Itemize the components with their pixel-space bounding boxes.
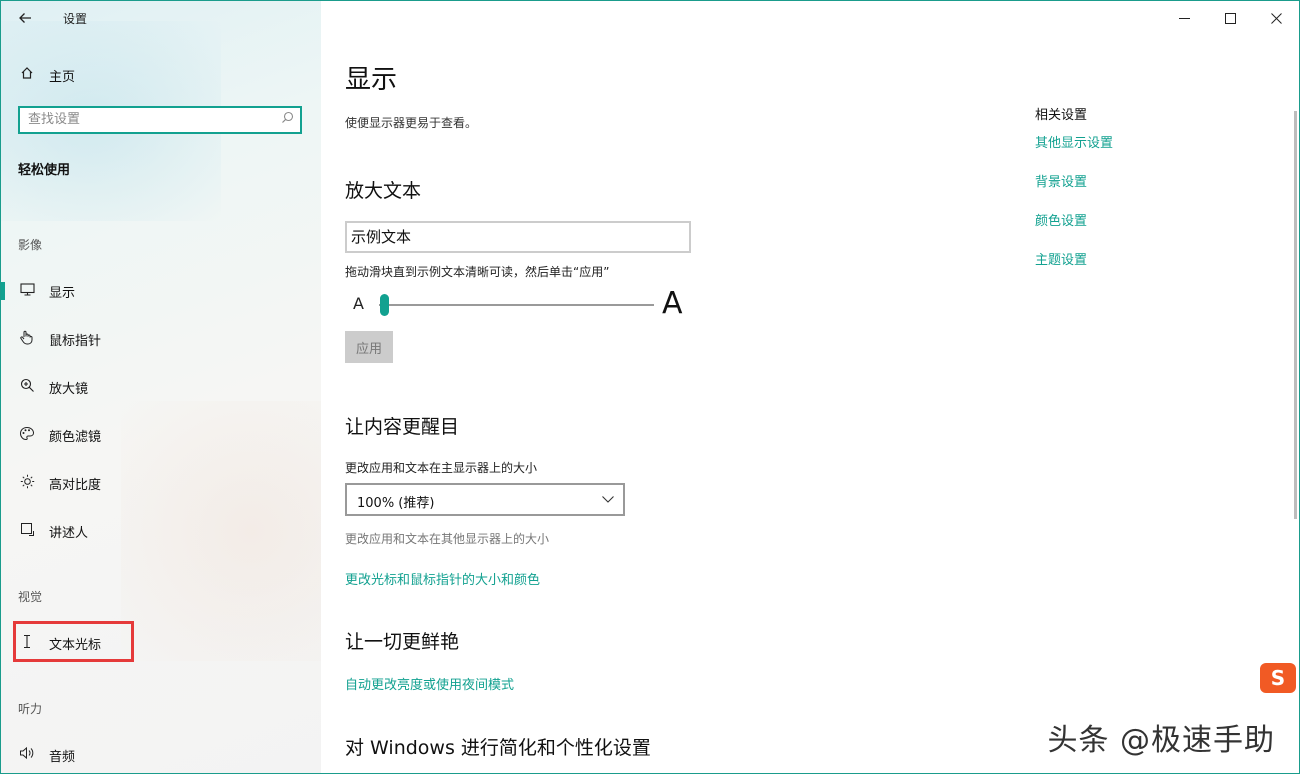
sidebar-item-label: 颜色滤镜 (49, 429, 102, 445)
related-link-background[interactable]: 背景设置 (1035, 171, 1087, 190)
scale-dropdown[interactable]: 100% (推荐) (345, 483, 625, 516)
related-link-colors[interactable]: 颜色设置 (1035, 210, 1087, 229)
slider-max-label: A (662, 286, 683, 321)
page-subtitle: 使便显示器更易于查看。 (345, 116, 478, 130)
sun-icon (17, 474, 37, 493)
sidebar-item-narrator[interactable]: 讲述人 (1, 514, 321, 548)
palette-icon (17, 426, 37, 445)
auto-brightness-link[interactable]: 自动更改亮度或使用夜间模式 (345, 674, 514, 693)
sidebar-item-label: 显示 (49, 285, 76, 301)
scale-dropdown-value: 100% (推荐) (357, 496, 435, 511)
maximize-button[interactable] (1207, 1, 1253, 35)
search-icon (281, 111, 294, 128)
sidebar-item-label: 高对比度 (49, 477, 102, 493)
sidebar-item-label: 音频 (49, 749, 76, 765)
maximize-icon (1224, 12, 1236, 24)
section-title-ease-of-access: 轻松使用 (18, 163, 71, 178)
search-box[interactable] (18, 106, 302, 134)
sidebar-item-home[interactable]: 主页 (1, 58, 321, 92)
close-icon (1270, 12, 1282, 24)
apply-button[interactable]: 应用 (345, 331, 393, 363)
close-button[interactable] (1253, 1, 1299, 35)
sidebar-item-audio[interactable]: 音频 (1, 738, 321, 772)
sidebar-item-mouse-pointer[interactable]: 鼠标指针 (1, 322, 321, 356)
group-label-vision-2: 视觉 (18, 590, 43, 604)
text-size-slider[interactable]: A A (345, 286, 690, 322)
magnifier-icon (17, 378, 37, 397)
minimize-button[interactable] (1161, 1, 1207, 35)
sidebar-item-label: 放大镜 (49, 381, 89, 397)
app-title: 设置 (63, 12, 88, 26)
home-icon (17, 66, 37, 84)
window-controls (1161, 1, 1299, 35)
slider-hint: 拖动滑块直到示例文本清晰可读，然后单击“应用” (345, 265, 610, 279)
settings-window: 设置 主页 轻松使用 影像 显示 鼠标指针 (0, 0, 1300, 774)
heading-simplify-windows: 对 Windows 进行简化和个性化设置 (345, 737, 651, 759)
heading-make-brighter: 让一切更鲜艳 (345, 631, 460, 653)
minimize-icon (1178, 17, 1190, 19)
search-input[interactable] (28, 112, 268, 127)
slider-min-label: A (353, 294, 364, 313)
sogou-ime-icon[interactable]: S (1260, 663, 1296, 693)
speaker-icon (17, 746, 37, 764)
scrollbar[interactable] (1294, 111, 1297, 519)
sidebar-item-high-contrast[interactable]: 高对比度 (1, 466, 321, 500)
group-label-hearing: 听力 (18, 702, 43, 716)
title-bar: 设置 (1, 1, 321, 35)
related-link-themes[interactable]: 主题设置 (1035, 249, 1087, 268)
heading-enlarge-text: 放大文本 (345, 180, 422, 202)
chevron-down-icon (602, 496, 614, 503)
sidebar-item-color-filters[interactable]: 颜色滤镜 (1, 418, 321, 452)
other-display-size-label: 更改应用和文本在其他显示器上的大小 (345, 532, 550, 546)
main-display-size-label: 更改应用和文本在主显示器上的大小 (345, 461, 538, 475)
sidebar-item-label: 讲述人 (49, 525, 89, 541)
sidebar-item-label: 鼠标指针 (49, 333, 102, 349)
sidebar-item-magnifier[interactable]: 放大镜 (1, 370, 321, 404)
monitor-icon (17, 282, 37, 300)
sidebar: 设置 主页 轻松使用 影像 显示 鼠标指针 (1, 1, 321, 773)
related-link-other-display[interactable]: 其他显示设置 (1035, 132, 1113, 151)
sidebar-item-label: 主页 (49, 69, 76, 85)
slider-thumb[interactable] (380, 294, 389, 316)
slider-track[interactable] (379, 304, 654, 306)
back-arrow-icon (19, 13, 31, 23)
heading-make-bigger: 让内容更醒目 (345, 416, 460, 438)
back-button[interactable] (13, 7, 37, 29)
page-title: 显示 (345, 65, 398, 95)
highlight-annotation (13, 621, 134, 662)
narrator-icon (17, 522, 37, 541)
watermark: 头条 @极速手助 (1047, 723, 1275, 758)
related-settings-title: 相关设置 (1035, 108, 1088, 123)
group-label-vision: 影像 (18, 238, 43, 252)
sample-text-box: 示例文本 (345, 221, 691, 253)
sidebar-item-display[interactable]: 显示 (1, 274, 321, 308)
pointer-size-link[interactable]: 更改光标和鼠标指针的大小和颜色 (345, 569, 540, 588)
hand-pointer-icon (17, 330, 37, 349)
main-content: 显示 使便显示器更易于查看。 放大文本 示例文本 拖动滑块直到示例文本清晰可读，… (321, 1, 1299, 773)
